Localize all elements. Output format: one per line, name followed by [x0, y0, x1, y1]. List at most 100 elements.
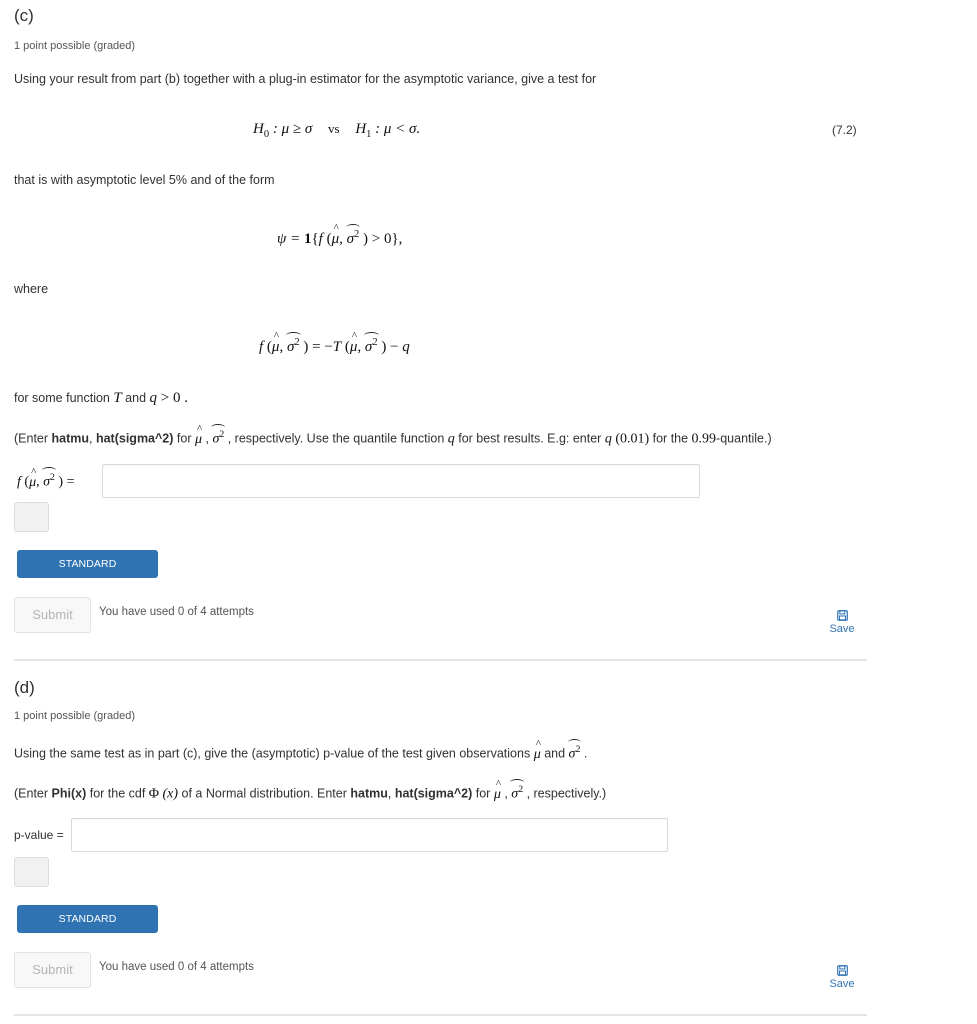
floppy-disk-icon	[836, 965, 848, 976]
psi-lhs: ψ =	[277, 231, 304, 247]
keyword-hatmu: hatmu	[51, 431, 90, 446]
standard-notation-button-d[interactable]: STANDARD NOTATION	[17, 905, 158, 953]
instr-text: for the cdf	[86, 786, 149, 801]
section-divider	[14, 1014, 867, 1016]
mu-hat: μ	[272, 330, 280, 356]
sigma-squared-hat: σ2	[285, 332, 301, 356]
standard-notation-button-c[interactable]: STANDARD NOTATION	[17, 550, 158, 598]
keyword-hat-sigma2: hat(sigma^2)	[394, 786, 473, 801]
part-c-points: 1 point possible (graded)	[14, 40, 136, 52]
mu-hat: μ	[29, 466, 36, 491]
save-label: Save	[829, 978, 855, 990]
paren-open: (	[322, 231, 332, 247]
sigma-squared-hat: σ2	[567, 739, 582, 763]
save-button-c[interactable]: Save	[822, 610, 862, 635]
sigma-squared-hat: σ2	[42, 467, 56, 491]
instr-text: , respectively.)	[523, 786, 607, 801]
keyword-hatmu: hatmu	[350, 786, 388, 801]
instr-text: ,	[202, 431, 213, 446]
attempts-text-c: You have used 0 of 4 attempts	[99, 606, 254, 618]
part-d-points: 1 point possible (graded)	[14, 710, 136, 722]
attempts-text-d: You have used 0 of 4 attempts	[99, 961, 254, 973]
h1-relation: : μ < σ.	[371, 121, 421, 137]
save-button-d[interactable]: Save	[822, 965, 862, 990]
q-symbol: q	[149, 390, 158, 406]
square-exponent: 2	[372, 337, 378, 348]
sigma-squared-hat: σ2	[211, 424, 226, 448]
answer-c-input[interactable]	[102, 464, 700, 498]
paren-open: (	[20, 474, 30, 490]
paren-open: (	[341, 339, 350, 355]
and-text: and	[121, 391, 150, 405]
instr-text: -quantile.)	[716, 431, 772, 446]
instr-text: for the	[649, 431, 692, 446]
instr-text: of a Normal distribution. Enter	[178, 786, 351, 801]
part-d-heading: (d)	[14, 678, 35, 697]
square-exponent: 2	[294, 337, 300, 348]
h0-symbol: H	[253, 121, 264, 137]
minus: ) −	[377, 339, 403, 355]
mu-hat: μ	[332, 222, 340, 248]
T-symbol: T	[113, 390, 122, 406]
instr-text: , respectively. Use the quantile functio…	[224, 431, 448, 446]
x-arg: (x)	[159, 786, 179, 802]
submit-button-c[interactable]: Submit	[14, 597, 91, 633]
equals-minus: ) = −	[299, 339, 333, 355]
q-symbol: q	[604, 431, 612, 447]
equals: ) =	[54, 474, 75, 490]
intro-text: Using the same test as in part (c), give…	[14, 746, 534, 761]
psi-formula: ψ = 1{f (μ, σ2 ) > 0},	[277, 222, 402, 248]
answer-d-status-indicator	[14, 857, 49, 887]
section-divider	[14, 659, 867, 661]
keyword-hat-sigma2: hat(sigma^2)	[95, 431, 174, 446]
comma: ,	[36, 474, 44, 490]
p-value-input[interactable]	[71, 818, 668, 852]
instr-text: (Enter	[14, 431, 52, 446]
instr-text: for best results. E.g: enter	[454, 431, 605, 446]
comma: ,	[357, 339, 365, 355]
p-value-label: p-value =	[14, 828, 64, 842]
square-exponent: 2	[354, 229, 360, 240]
instr-text: ,	[89, 431, 96, 446]
part-c-instructions: (Enter hatmu, hat(sigma^2) for μ , σ2 , …	[14, 423, 772, 448]
floppy-disk-icon	[836, 610, 848, 621]
instr-text: for	[472, 786, 494, 801]
comma: ,	[279, 339, 287, 355]
intro-end: .	[580, 746, 588, 761]
save-label: Save	[829, 623, 855, 635]
f-formula: f (μ, σ2 ) = −T (μ, σ2 ) − q	[259, 330, 410, 356]
q-symbol: q	[447, 431, 455, 447]
square-exponent: 2	[518, 784, 524, 795]
equation-number: (7.2)	[832, 123, 857, 137]
keyword-phi: Phi(x)	[51, 786, 87, 801]
mu-hat: μ	[195, 423, 202, 448]
sigma-squared-hat: σ2	[363, 332, 379, 356]
instr-text: (Enter	[14, 786, 52, 801]
brace-open: {	[311, 231, 319, 247]
q-symbol: q	[402, 339, 410, 355]
h1-symbol: H	[355, 121, 367, 137]
level-text: that is with asymptotic level 5% and of …	[14, 173, 275, 187]
mu-hat: μ	[534, 738, 541, 763]
instr-text: ,	[387, 786, 395, 801]
q-condition: > 0 .	[157, 390, 188, 406]
part-d-intro: Using the same test as in part (c), give…	[14, 738, 588, 763]
answer-c-status-indicator	[14, 502, 49, 532]
phi-symbol: Φ	[148, 786, 160, 802]
instr-text: ,	[500, 786, 512, 801]
part-c-heading: (c)	[14, 6, 34, 25]
where-text: where	[14, 282, 49, 296]
h0-relation: : μ ≥ σ	[269, 121, 313, 137]
mu-hat: μ	[350, 330, 358, 356]
function-description: for some function T and q > 0 .	[14, 390, 188, 407]
answer-c-label: f (μ, σ2 ) =	[17, 466, 75, 491]
square-exponent: 2	[575, 744, 581, 755]
instr-text: for	[173, 431, 195, 446]
square-exponent: 2	[50, 472, 55, 483]
and-text: and	[540, 746, 569, 761]
sigma-symbol: σ	[346, 231, 355, 247]
square-exponent: 2	[219, 429, 225, 440]
sigma-squared-hat: σ2	[345, 224, 360, 248]
sigma-squared-hat: σ2	[510, 779, 524, 803]
submit-button-d[interactable]: Submit	[14, 952, 91, 988]
